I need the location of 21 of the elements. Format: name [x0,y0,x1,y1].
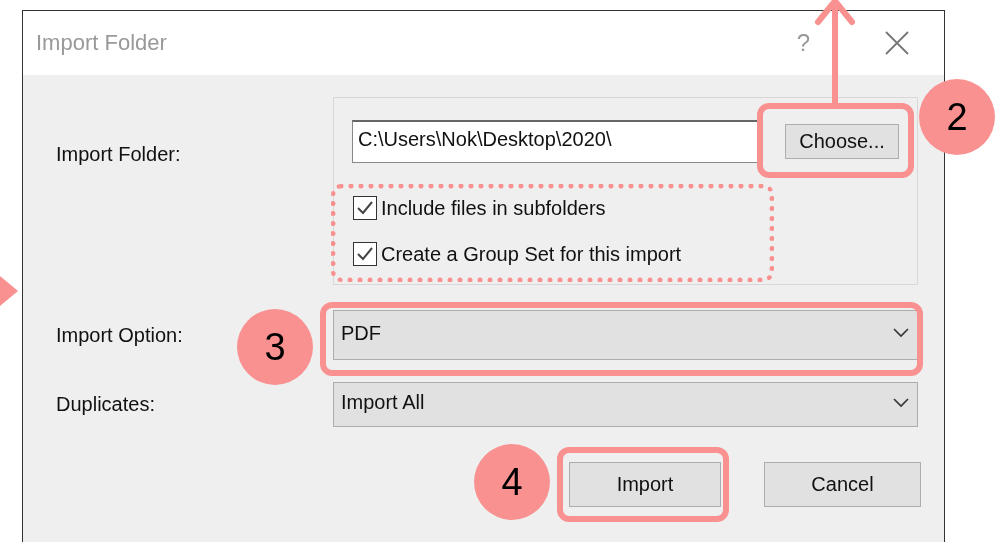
import-button[interactable]: Import [569,462,721,507]
arrow-head-annotation [0,276,18,306]
window-title: Import Folder [36,30,168,56]
checkbox-label: Create a Group Set for this import [381,242,682,266]
checkmark-icon [356,200,374,216]
chevron-down-icon [893,328,909,338]
checkbox-label: Include files in subfolders [381,196,606,220]
checkbox[interactable] [353,196,377,220]
close-icon[interactable] [884,30,910,56]
import-option-dropdown[interactable]: PDF [333,310,918,360]
field-label: Import Option: [56,323,183,347]
folder-path-field[interactable]: C:\Users\Nok\Desktop\2020\ [352,120,760,163]
field-label: Duplicates: [56,393,155,416]
checkbox[interactable] [353,242,377,266]
duplicates-dropdown[interactable]: Import All [333,382,918,427]
step-badge: 2 [919,79,995,155]
cancel-button[interactable]: Cancel [764,462,921,507]
field-label: Import Folder: [56,143,181,166]
chevron-down-icon [893,397,909,408]
checkmark-icon [356,246,374,262]
choose-button[interactable]: Choose... [785,124,899,159]
